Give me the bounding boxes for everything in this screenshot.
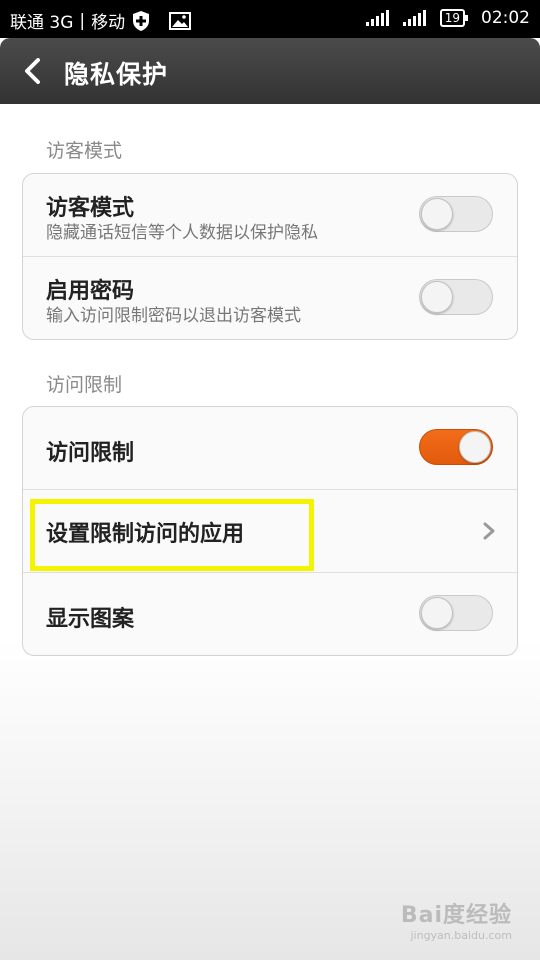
show-pattern-toggle[interactable] <box>419 595 493 631</box>
signal-icon-2 <box>402 10 426 26</box>
image-icon <box>169 11 192 30</box>
chevron-right-icon <box>483 522 495 540</box>
section-label-guest-mode: 访客模式 <box>46 140 123 162</box>
row-guest-mode[interactable]: 访客模式 隐藏通话短信等个人数据以保护隐私 <box>23 174 517 257</box>
access-restriction-toggle[interactable] <box>419 429 493 465</box>
signal-icon <box>365 10 389 26</box>
toggle-knob <box>459 431 491 463</box>
row-access-restriction[interactable]: 访问限制 <box>23 407 517 490</box>
row-title: 访问限制 <box>46 441 135 466</box>
toggle-knob <box>421 281 453 313</box>
battery-icon: 19 <box>439 9 469 27</box>
row-show-pattern[interactable]: 显示图案 <box>23 573 517 655</box>
carrier-separator: | <box>79 10 86 31</box>
back-arrow-icon[interactable] <box>22 58 42 84</box>
status-bar: 联通 3G | 移动 19 02:02 <box>0 0 540 38</box>
carrier-right: 移动 <box>91 13 126 33</box>
enable-password-toggle[interactable] <box>419 279 493 315</box>
toggle-knob <box>421 198 453 230</box>
shield-plus-icon <box>133 10 150 31</box>
row-subtitle: 隐藏通话短信等个人数据以保护隐私 <box>46 223 318 243</box>
app-header: 隐私保护 <box>0 38 540 104</box>
guest-mode-toggle[interactable] <box>419 196 493 232</box>
watermark: Bai度经验 jingyan.baidu.com <box>401 897 512 942</box>
carrier-left: 联通 3G <box>10 13 74 33</box>
row-enable-password[interactable]: 启用密码 输入访问限制密码以退出访客模式 <box>23 257 517 339</box>
section-label-access-restriction: 访问限制 <box>46 374 123 396</box>
highlight-box <box>30 499 314 571</box>
row-title: 显示图案 <box>46 607 135 632</box>
page-title: 隐私保护 <box>64 60 169 89</box>
card-guest-mode: 访客模式 隐藏通话短信等个人数据以保护隐私 启用密码 输入访问限制密码以退出访客… <box>22 173 518 340</box>
row-subtitle: 输入访问限制密码以退出访客模式 <box>46 306 301 326</box>
watermark-logo: Bai度经验 <box>400 903 512 928</box>
toggle-knob <box>421 597 453 629</box>
battery-level: 19 <box>444 11 460 25</box>
watermark-url: jingyan.baidu.com <box>410 929 512 942</box>
clock: 02:02 <box>481 8 530 28</box>
